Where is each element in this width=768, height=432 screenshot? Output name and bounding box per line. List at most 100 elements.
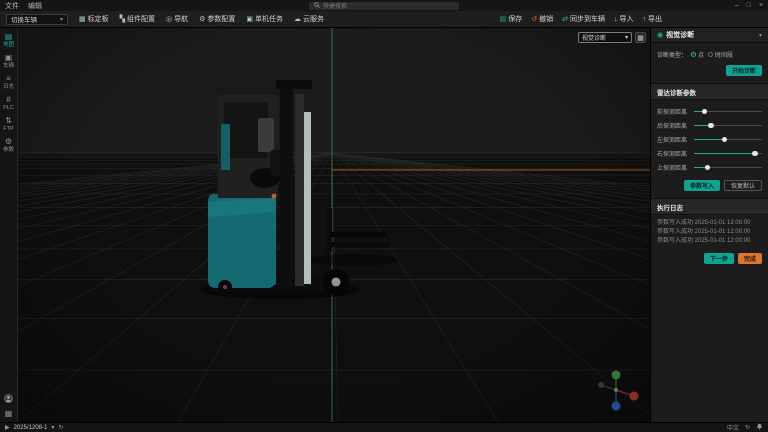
finish-button[interactable]: 完成 [738,253,762,264]
statusbar-right: 中文 ↻ [727,423,763,432]
vehicle-switch-label: 切换车辆 [11,14,37,24]
log-entry: 参数写入成功 2025-01-01 12:00:00 [657,228,762,237]
radar-params-section-title: 雷达诊断参数 [651,83,768,100]
action-label: 撤销 [539,14,553,24]
import-icon: ↓ [614,16,618,23]
sync-icon: ⇄ [562,15,568,23]
menu-file[interactable]: 文件 [5,1,19,11]
tool-cloud-service[interactable]: ☁ 云服务 [290,13,328,25]
execution-log-section-title: 执行日志 [651,198,768,215]
status-dot-icon: ◉ [657,31,663,39]
sidebar-item-map[interactable]: ▤ 地图 [0,33,17,48]
collapse-icon[interactable]: ▾ [759,32,762,39]
save-icon: ▤ [500,15,507,23]
apps-grid-icon[interactable]: ▦ [5,409,13,418]
slider-row-right: 右探测距离 [657,149,762,158]
refresh-icon[interactable]: ↻ [58,424,63,431]
task-icon: ▣ [246,15,253,23]
slider-row-up: 上探测距离 [657,163,762,172]
chevron-down-icon[interactable]: ▾ [51,424,54,431]
layout-grid-button[interactable]: ▦ [635,32,646,43]
slider-label: 上探测距离 [657,163,690,172]
diagnosis-type-label: 诊断类型： [657,50,687,59]
language-toggle[interactable]: 中文 [727,423,739,432]
chevron-down-icon: ▾ [625,34,628,41]
execution-log-list: 参数写入成功 2025-01-01 12:00:00 参数写入成功 2025-0… [651,215,768,248]
radio-icon [708,52,713,57]
maximize-icon[interactable]: □ [747,2,751,9]
slider-row-front: 前探测距离 [657,107,762,116]
sync-status-icon[interactable]: ↻ [745,424,750,431]
radio-timerange[interactable]: 时间段 [708,50,733,59]
ftp-icon: ⇅ [5,117,12,125]
gear-icon: ⚙ [5,138,12,146]
slider-fill [694,139,725,141]
user-avatar[interactable] [4,394,13,403]
tool-param-config[interactable]: ⚙ 参数配置 [195,13,239,25]
right-distance-slider[interactable] [694,150,762,158]
rail-label: 参数 [3,147,14,153]
radar-sliders: 前探测距离 后探测距离 左探测距离 [651,100,768,172]
diagnosis-mode-select[interactable]: 视觉诊断 ▾ [578,32,632,43]
undo-button[interactable]: ↺ 撤销 [531,14,553,24]
rail-label: FTP [3,126,13,132]
reset-defaults-button[interactable]: 恢复默认 [724,180,762,191]
canvas-mode-bar: 视觉诊断 ▾ ▦ [578,32,646,43]
play-icon[interactable]: ▶ [5,424,10,431]
rail-label: PLC [3,105,14,111]
write-params-button[interactable]: 参数写入 [684,180,720,191]
front-distance-slider[interactable] [694,108,762,116]
slider-knob[interactable] [752,151,758,157]
toolbar-actions: ▤ 保存 ↺ 撤销 ⇄ 同步到车辆 ↓ 导入 ↑ 导出 [500,14,662,24]
left-distance-slider[interactable] [694,136,762,144]
viewport-3d[interactable]: 视觉诊断 ▾ ▦ [18,28,650,422]
action-label: 同步到车辆 [570,14,605,24]
menu-edit[interactable]: 编辑 [28,1,42,11]
undo-icon: ↺ [531,15,537,23]
sidebar-item-plc[interactable]: # PLC [0,96,17,111]
log-entry: 参数写入成功 2025-01-01 12:00:00 [657,219,762,228]
toolbar-tools: ▦ 标定板 ▚ 组件配置 ◎ 导航 ⚙ 参数配置 ▣ 单机任务 ☁ 云服务 [75,13,328,25]
close-icon[interactable]: × [759,2,763,9]
slider-fill [694,153,755,155]
slider-knob[interactable] [708,123,714,129]
tool-standalone-task[interactable]: ▣ 单机任务 [242,13,287,25]
quick-search-input[interactable]: 快捷搜索 [309,2,459,10]
sidebar-item-ftp[interactable]: ⇅ FTP [0,117,17,132]
vehicle-switch-select[interactable]: 切换车辆 ▾ [6,14,68,25]
sidebar-item-vehicle[interactable]: ▣ 车辆 [0,54,17,69]
grid-icon: ▦ [79,15,86,23]
action-label: 导入 [620,14,634,24]
chevron-down-icon: ▾ [60,16,63,23]
sync-to-vehicle-button[interactable]: ⇄ 同步到车辆 [562,14,605,24]
start-diagnosis-button[interactable]: 开始诊断 [726,65,762,76]
search-icon [314,2,320,10]
sidebar-item-params[interactable]: ⚙ 参数 [0,138,17,153]
tool-component-config[interactable]: ▚ 组件配置 [116,13,159,25]
mode-select-value: 视觉诊断 [582,33,606,42]
slider-knob[interactable] [705,165,711,171]
slider-knob[interactable] [702,109,708,115]
log-entry: 参数写入成功 2025-01-01 12:00:00 [657,237,762,246]
grid-icon: ▦ [637,34,644,42]
rail-label: 地图 [3,42,14,48]
slider-knob[interactable] [722,137,728,143]
import-button[interactable]: ↓ 导入 [614,14,634,24]
tool-label: 云服务 [303,14,324,24]
bell-icon[interactable] [756,423,763,432]
minimize-icon[interactable]: – [735,2,739,9]
tool-calibration-board[interactable]: ▦ 标定板 [75,13,113,25]
export-button[interactable]: ↑ 导出 [643,14,663,24]
rear-distance-slider[interactable] [694,122,762,130]
search-placeholder: 快捷搜索 [323,1,347,10]
radio-point[interactable]: 点 [691,50,704,59]
tool-navigation[interactable]: ◎ 导航 [162,13,192,25]
scene-name[interactable]: 2025/1208-1 [14,425,48,431]
sidebar-item-log[interactable]: ≡ 日志 [0,75,17,90]
next-step-button[interactable]: 下一步 [704,253,734,264]
up-distance-slider[interactable] [694,164,762,172]
save-button[interactable]: ▤ 保存 [500,14,523,24]
rail-label: 日志 [3,84,14,90]
map-icon: ▤ [5,33,13,41]
panel-header: ◉ 视觉诊断 ▾ [651,28,768,43]
